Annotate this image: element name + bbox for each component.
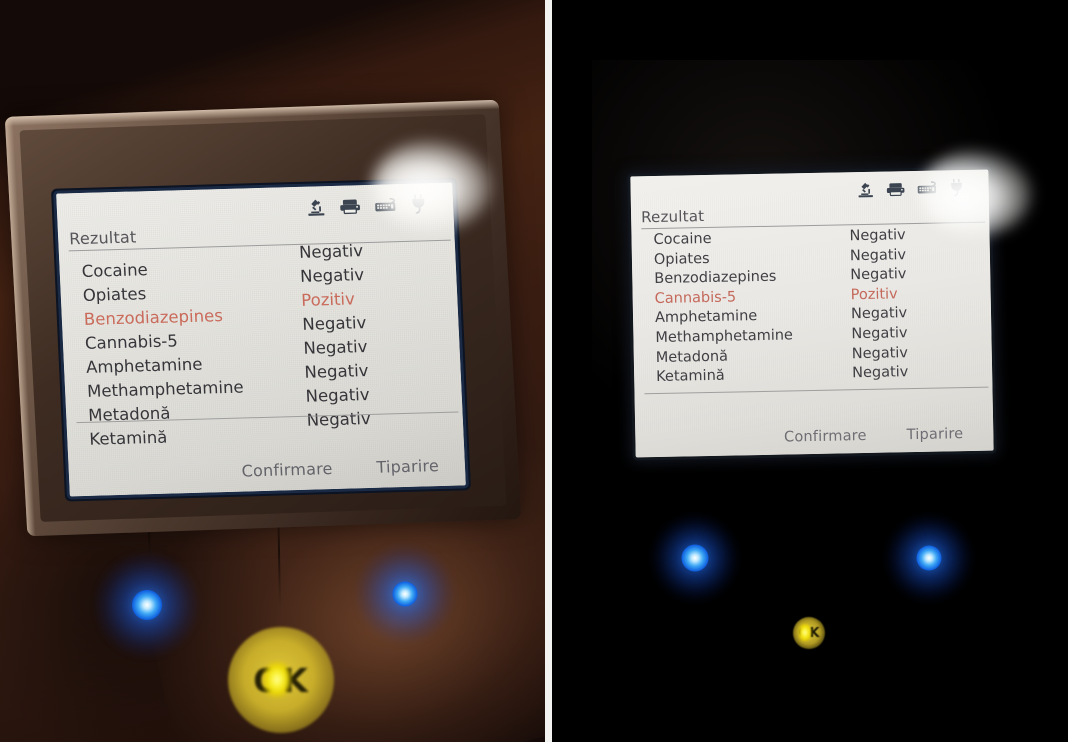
result-value: Negativ bbox=[299, 265, 365, 286]
print-button[interactable]: Tiparire bbox=[376, 456, 439, 477]
keyboard-icon[interactable] bbox=[374, 196, 398, 214]
result-value: Negativ bbox=[850, 305, 908, 323]
result-value: Negativ bbox=[851, 325, 908, 343]
substance-label: Cocaine bbox=[653, 230, 712, 249]
ok-button-led-glow bbox=[264, 663, 290, 696]
substance-label: Cannabis-5 bbox=[654, 289, 737, 307]
power-plug-icon[interactable] bbox=[410, 193, 428, 214]
substance-label: Methamphetamine bbox=[86, 377, 245, 401]
screenshot-stage: Rezultat Cocaine Opiates Benzodiazepines… bbox=[0, 0, 1068, 742]
substance-label: Ketamină bbox=[656, 367, 725, 386]
screen-footer: Confirmare Tiparire bbox=[635, 388, 994, 458]
printer-icon[interactable] bbox=[339, 196, 362, 216]
print-button[interactable]: Tiparire bbox=[907, 426, 964, 443]
substance-label: Methamphetamine bbox=[655, 327, 794, 346]
screen-content: Rezultat Cocaine Opiates Benzodiazepines… bbox=[56, 183, 466, 497]
substance-label: Benzodiazepines bbox=[83, 306, 224, 329]
ok-button-led-glow bbox=[799, 624, 811, 641]
result-value: Negativ bbox=[306, 408, 372, 430]
substance-label: Benzodiazepines bbox=[654, 268, 777, 288]
result-value: Negativ bbox=[852, 364, 909, 382]
substance-label-column: Cocaine Opiates Benzodiazepines Cannabis… bbox=[81, 256, 246, 452]
result-value: Negativ bbox=[304, 361, 369, 382]
substance-label: Opiates bbox=[653, 250, 710, 268]
keyboard-icon[interactable] bbox=[916, 180, 937, 196]
result-value: Negativ bbox=[298, 241, 364, 262]
result-value: Negativ bbox=[851, 344, 909, 362]
panel-divider bbox=[545, 0, 552, 742]
result-value: Negativ bbox=[305, 384, 370, 406]
substance-label: Ketamină bbox=[88, 427, 168, 449]
ok-button[interactable]: OK bbox=[228, 627, 334, 733]
screen-content: Rezultat Cocaine Negativ Opiates Negativ… bbox=[630, 170, 993, 458]
result-value: Negativ bbox=[849, 246, 907, 264]
microscope-icon[interactable] bbox=[306, 197, 327, 217]
left-photo-panel: Rezultat Cocaine Opiates Benzodiazepines… bbox=[0, 0, 546, 742]
result-value: Pozitiv bbox=[300, 289, 356, 310]
lcd-screen-left: Rezultat Cocaine Opiates Benzodiazepines… bbox=[56, 182, 466, 497]
lcd-screen-right: Rezultat Cocaine Negativ Opiates Negativ… bbox=[630, 169, 994, 458]
result-rows-right: Cocaine Negativ Opiates Negativ Benzodia… bbox=[631, 223, 992, 394]
substance-label: Amphetamine bbox=[654, 308, 758, 327]
ok-button[interactable]: OK bbox=[793, 617, 825, 649]
result-value: Pozitiv bbox=[850, 286, 898, 304]
confirm-button[interactable]: Confirmare bbox=[784, 428, 867, 446]
result-value: Negativ bbox=[850, 266, 907, 284]
result-value: Negativ bbox=[303, 337, 368, 358]
result-value: Negativ bbox=[849, 227, 906, 245]
substance-label: Metadonă bbox=[655, 348, 729, 366]
result-value: Negativ bbox=[301, 313, 367, 334]
result-value-column: Negativ Negativ Pozitiv Negativ Negativ … bbox=[299, 239, 372, 433]
microscope-icon[interactable] bbox=[856, 180, 874, 197]
printer-icon[interactable] bbox=[885, 180, 905, 197]
result-rows-left: Cocaine Opiates Benzodiazepines Cannabis… bbox=[59, 241, 463, 449]
confirm-button[interactable]: Confirmare bbox=[241, 459, 333, 481]
power-plug-icon[interactable] bbox=[948, 178, 964, 197]
